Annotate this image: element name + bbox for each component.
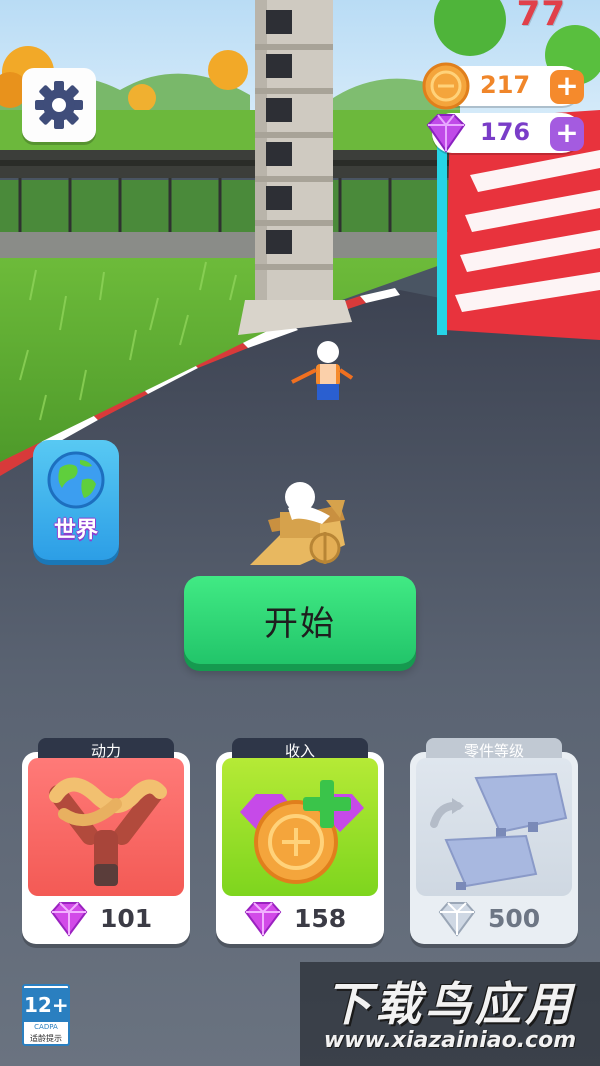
world-label: 世界 [53, 518, 98, 543]
upgrade-price: 158 [294, 904, 347, 933]
diamond-icon [438, 902, 476, 937]
upgrade-card-power[interactable]: 动力 101 [22, 738, 190, 944]
gem-icon [50, 902, 88, 937]
age-rating-org: CADPA [34, 1023, 58, 1031]
watermark-url: www.xiazainiao.com [323, 1028, 577, 1053]
upgrade-card-parts[interactable]: 零件等级 500 [410, 738, 578, 944]
upgrade-card-income[interactable]: 收入 158 [216, 738, 384, 944]
coin-icon [422, 62, 470, 110]
add-gems-button[interactable]: + [550, 117, 584, 151]
gem-amount: 176 [480, 118, 531, 146]
globe-icon [47, 451, 105, 509]
gem-icon [244, 902, 282, 937]
start-button[interactable]: 开始 [184, 576, 416, 664]
coin-counter: 217 + [422, 62, 584, 110]
score-counter: 77 [516, 0, 566, 34]
coin-amount: 217 [480, 71, 531, 99]
watermark: 下载鸟应用 www.xiazainiao.com [300, 962, 600, 1066]
add-coins-button[interactable]: + [550, 70, 584, 104]
upgrade-price: 101 [100, 904, 153, 933]
upgrade-art [416, 758, 572, 896]
start-label: 开始 [264, 603, 336, 644]
coin-plus-icon [240, 780, 364, 884]
wing-parts-icon [430, 772, 568, 890]
age-rating-badge: 12+ CADPA 适龄提示 [22, 984, 70, 1046]
age-rating-tip: 适龄提示 [30, 1034, 62, 1043]
upgrade-art [28, 758, 184, 896]
gem-icon [426, 114, 466, 153]
age-rating-number: 12+ [24, 988, 68, 1022]
watermark-name: 下载鸟应用 [325, 977, 575, 1031]
slingshot-icon [49, 777, 167, 886]
upgrade-art [222, 758, 378, 896]
upgrade-price: 500 [488, 904, 541, 933]
gem-counter: 176 + [426, 113, 584, 153]
settings-button[interactable] [22, 68, 96, 142]
gear-icon [35, 81, 83, 129]
world-button[interactable]: 世界 [33, 440, 119, 560]
